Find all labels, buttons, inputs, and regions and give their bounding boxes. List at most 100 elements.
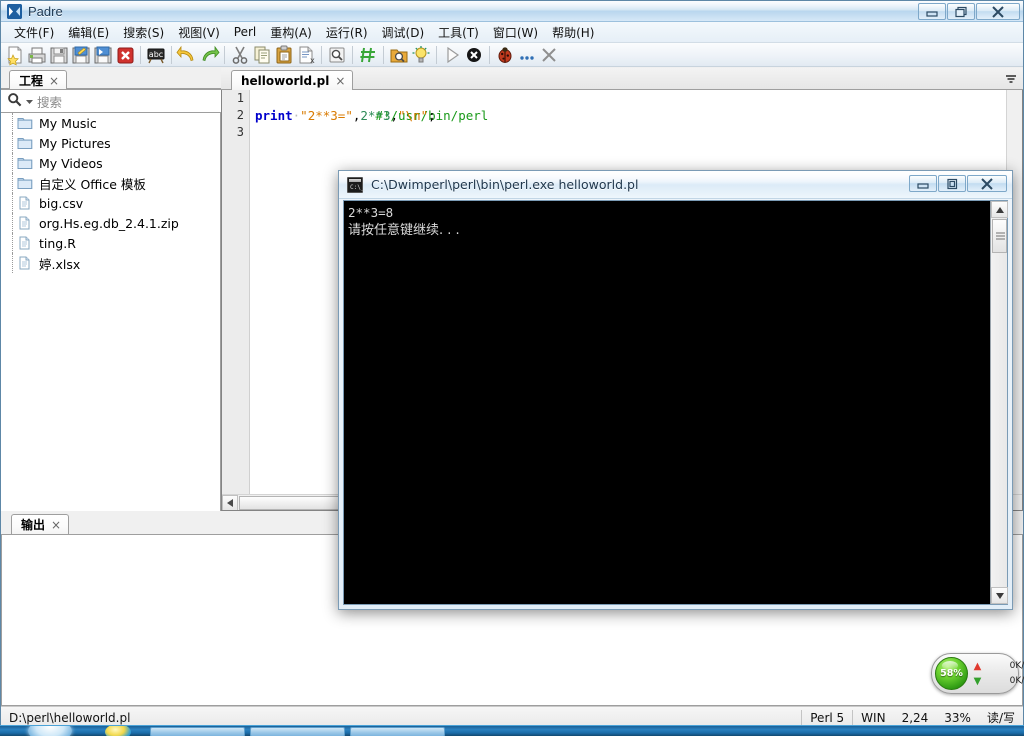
list-item[interactable]: My Pictures <box>1 133 220 153</box>
console-vscroll-thumb[interactable] <box>992 219 1007 253</box>
list-item[interactable]: ting.R <box>1 233 220 253</box>
undo-icon[interactable] <box>176 44 198 66</box>
cmd-icon: C:\_ <box>347 177 364 193</box>
toolbar-separator <box>224 45 225 64</box>
tab-output-label: 输出 <box>21 518 46 532</box>
debug-bug-icon[interactable] <box>494 44 516 66</box>
start-orb-icon[interactable] <box>28 726 72 736</box>
close-icon[interactable] <box>967 175 1007 192</box>
close-file-icon[interactable] <box>114 44 136 66</box>
menu-debug[interactable]: 调试(D) <box>375 22 432 43</box>
console-window: C:\_ C:\Dwimperl\perl\bin\perl.exe hello… <box>338 170 1013 610</box>
restore-icon[interactable] <box>938 175 966 192</box>
tab-label: helloworld.pl <box>241 74 330 88</box>
close-icon[interactable]: × <box>49 74 59 88</box>
search-icon <box>7 92 22 110</box>
close-icon[interactable]: × <box>335 74 345 88</box>
code-line-2: print·"2**3=",2**3,"\n"; <box>255 107 1006 124</box>
windows-taskbar[interactable] <box>0 725 1024 736</box>
taskbar-button[interactable] <box>150 727 245 736</box>
line-number: 2 <box>236 108 244 122</box>
folder-icon <box>17 116 33 131</box>
console-titlebar[interactable]: C:\_ C:\Dwimperl\perl\bin\perl.exe hello… <box>339 171 1012 199</box>
list-item[interactable]: My Music <box>1 113 220 133</box>
list-item[interactable]: My Videos <box>1 153 220 173</box>
list-item-label: ting.R <box>39 235 76 251</box>
close-x-icon[interactable] <box>538 44 560 66</box>
save-all-icon[interactable] <box>92 44 114 66</box>
browse-folder-icon[interactable] <box>388 44 410 66</box>
menu-help[interactable]: 帮助(H) <box>545 22 601 43</box>
save-as-icon[interactable] <box>70 44 92 66</box>
taskbar-button[interactable] <box>350 727 445 736</box>
toolbar-separator <box>489 45 490 64</box>
browser-icon[interactable] <box>105 726 131 736</box>
chevron-down-icon[interactable] <box>1005 73 1017 85</box>
paste-icon[interactable] <box>273 44 295 66</box>
chevron-down-icon[interactable] <box>26 94 33 108</box>
line-number-gutter: 1 2 3 <box>222 90 250 494</box>
delete-document-icon[interactable]: x <box>295 44 317 66</box>
console-window-controls <box>909 175 1007 192</box>
new-file-icon[interactable] <box>4 44 26 66</box>
list-item[interactable]: 自定义 Office 模板 <box>1 173 220 193</box>
menu-tools[interactable]: 工具(T) <box>431 22 486 43</box>
list-item-label: My Music <box>39 115 97 131</box>
open-file-icon[interactable] <box>26 44 48 66</box>
close-icon[interactable] <box>976 3 1020 20</box>
run-icon[interactable] <box>441 44 463 66</box>
folder-icon <box>17 176 33 191</box>
console-output-text: 2**3=8 请按任意键继续. . . <box>348 204 987 239</box>
list-item[interactable]: org.Hs.eg.db_2.4.1.zip <box>1 213 220 233</box>
console-output-area[interactable]: 2**3=8 请按任意键继续. . . <box>343 200 1008 605</box>
cpu-usage-circle[interactable]: 58% <box>935 657 968 690</box>
save-icon[interactable] <box>48 44 70 66</box>
window-titlebar[interactable]: Padre <box>1 1 1023 22</box>
stop-icon[interactable] <box>463 44 485 66</box>
menu-perl[interactable]: Perl <box>227 23 263 41</box>
list-item[interactable]: 婷.xlsx <box>1 253 220 273</box>
taskbar-button[interactable] <box>250 727 345 736</box>
redo-icon[interactable] <box>198 44 220 66</box>
menu-search[interactable]: 搜索(S) <box>116 22 171 43</box>
window-title: Padre <box>28 4 63 19</box>
menu-view[interactable]: 视图(V) <box>171 22 227 43</box>
file-icon <box>17 236 33 251</box>
toolbar-separator <box>436 45 437 64</box>
file-icon <box>17 196 33 211</box>
scroll-left-icon[interactable] <box>222 495 238 510</box>
menu-refactor[interactable]: 重构(A) <box>263 22 319 43</box>
menu-file[interactable]: 文件(F) <box>7 22 61 43</box>
list-item-label: org.Hs.eg.db_2.4.1.zip <box>39 215 179 231</box>
restore-icon[interactable] <box>947 3 975 20</box>
network-speed-widget[interactable]: 58% ▲ 0K/s ▼ 0K/s <box>931 653 1024 694</box>
toolbar-separator <box>171 45 172 64</box>
upload-rate-value: 0K/s <box>1009 661 1024 671</box>
find-icon[interactable] <box>326 44 348 66</box>
menu-run[interactable]: 运行(R) <box>319 22 375 43</box>
copy-icon[interactable] <box>251 44 273 66</box>
menu-edit[interactable]: 编辑(E) <box>61 22 116 43</box>
minimize-icon[interactable] <box>909 175 937 192</box>
svg-text:x: x <box>310 56 315 65</box>
cut-icon[interactable] <box>229 44 251 66</box>
list-item[interactable]: big.csv <box>1 193 220 213</box>
spell-check-icon[interactable]: abc <box>145 44 167 66</box>
tab-project[interactable]: 工程 × <box>9 70 68 90</box>
tab-output[interactable]: 输出 × <box>11 514 70 534</box>
menubar: 文件(F) 编辑(E) 搜索(S) 视图(V) Perl 重构(A) 运行(R)… <box>1 22 1023 43</box>
minimize-icon[interactable] <box>918 3 946 20</box>
scroll-down-icon[interactable] <box>991 587 1008 604</box>
more-dots-icon[interactable] <box>516 44 538 66</box>
scroll-up-icon[interactable] <box>991 201 1008 218</box>
console-vertical-scrollbar[interactable] <box>990 201 1008 604</box>
window-controls <box>918 3 1020 20</box>
lightbulb-icon[interactable] <box>410 44 432 66</box>
tab-helloworld-pl[interactable]: helloworld.pl × <box>231 70 354 91</box>
menu-window[interactable]: 窗口(W) <box>486 22 545 43</box>
search-input[interactable]: 搜索 <box>1 89 221 113</box>
code-semicolon: ; <box>428 108 436 123</box>
goto-line-icon[interactable] <box>357 44 379 66</box>
toolbar: abc x <box>1 43 1023 67</box>
close-icon[interactable]: × <box>51 518 61 532</box>
